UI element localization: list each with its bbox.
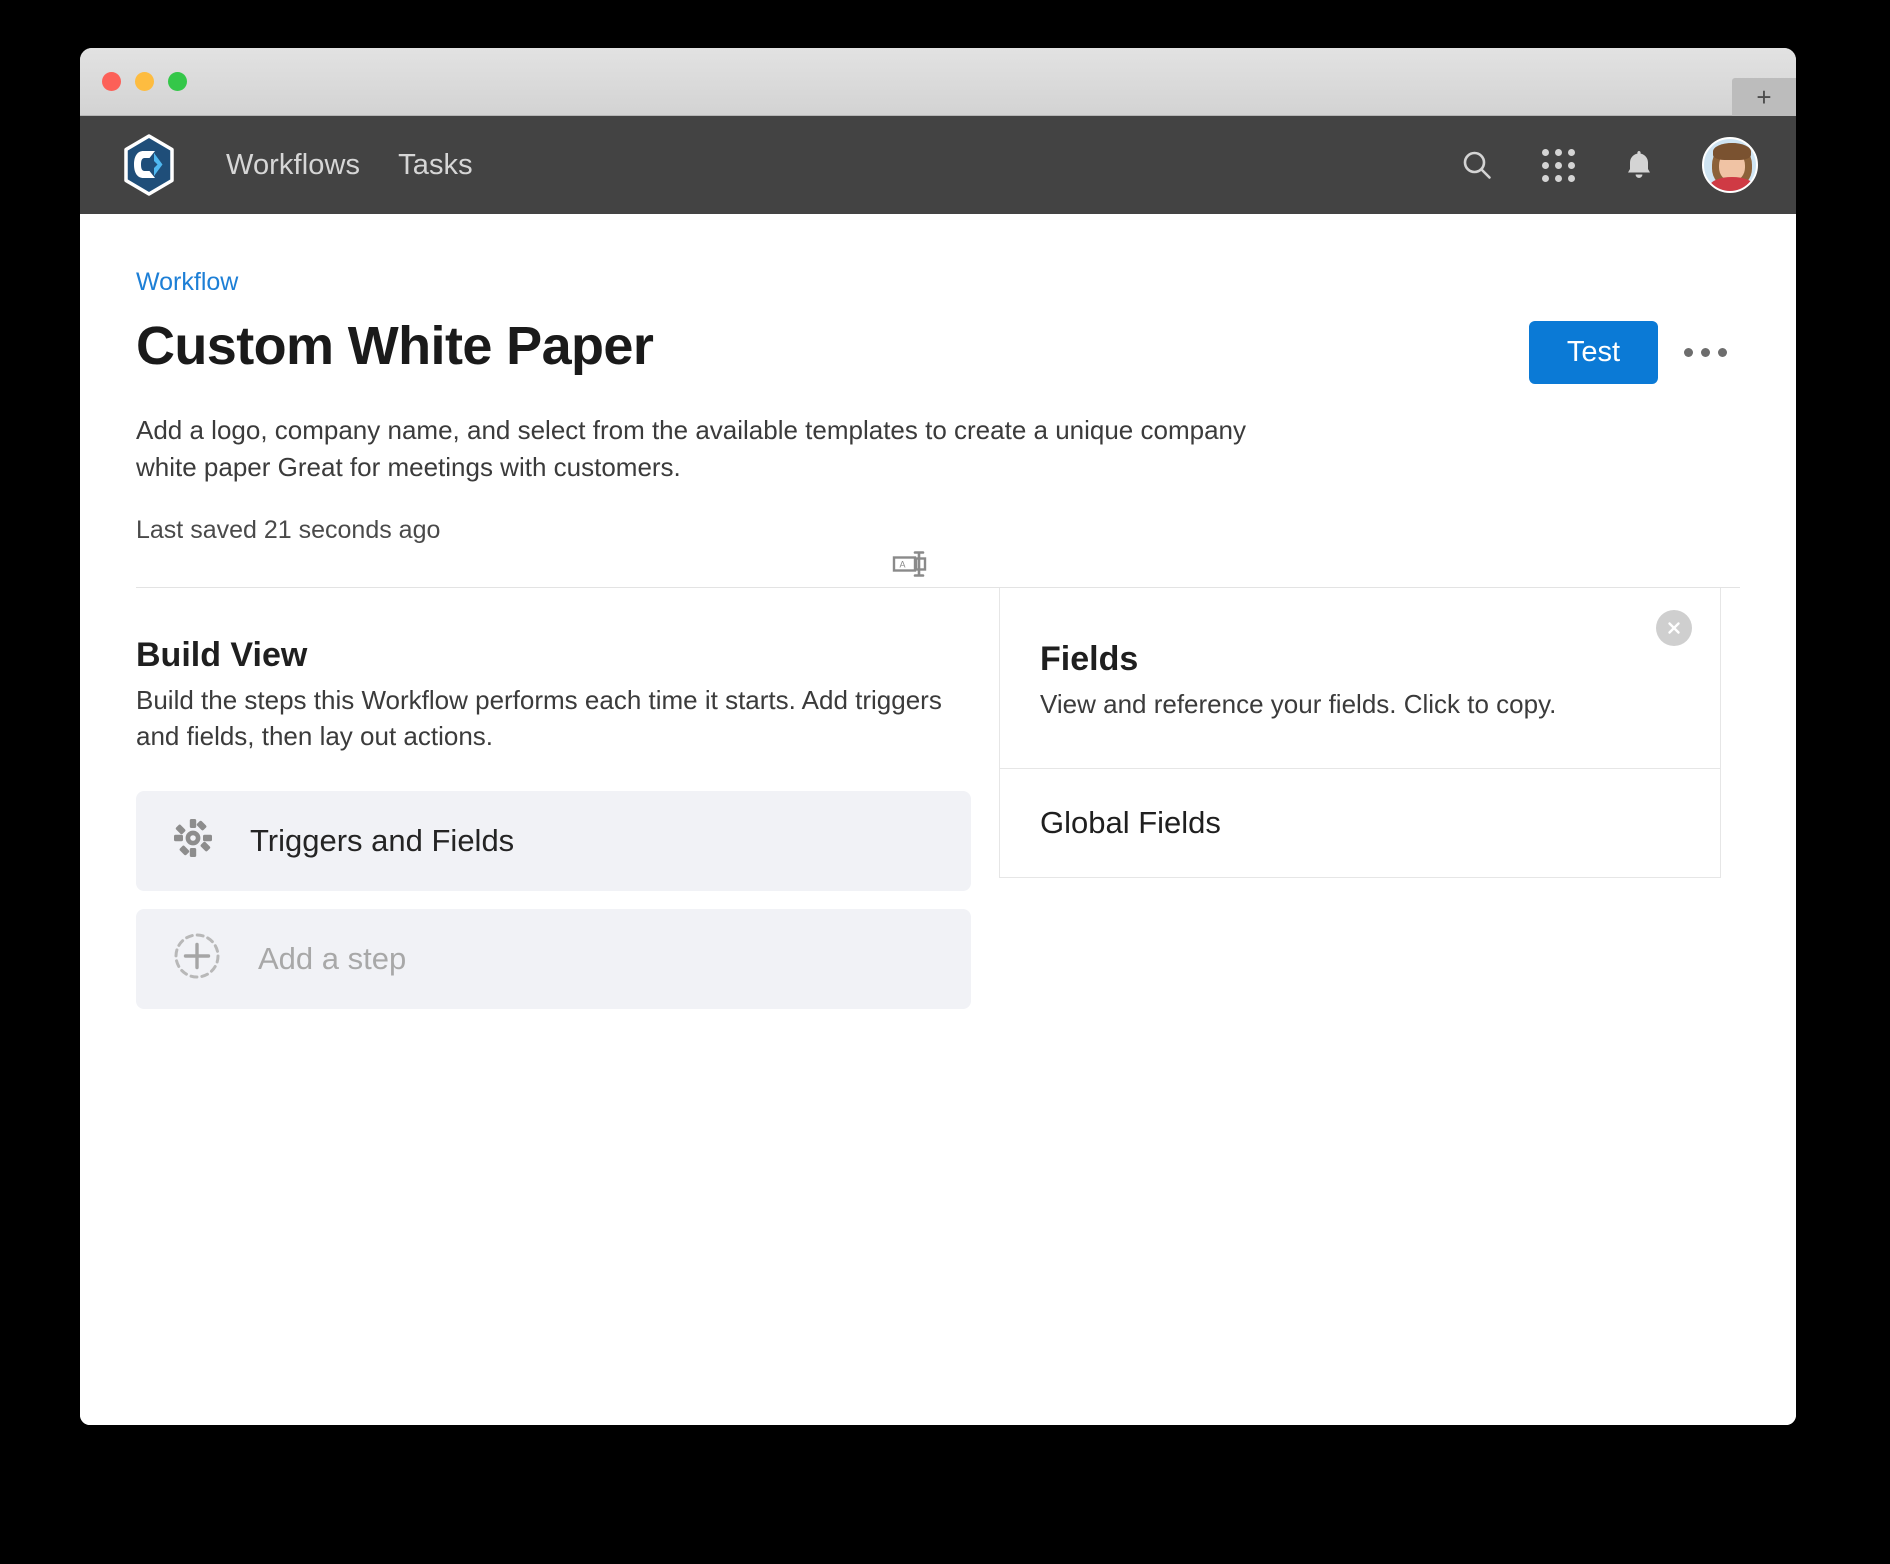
step-label: Add a step [258,940,407,976]
apps-grid-glyph [1541,148,1575,182]
fields-panel-title: Fields [1040,639,1139,678]
browser-window: + Workflows Tasks Workflow Custom White … [80,48,1796,1425]
close-window-button[interactable] [102,72,121,91]
rename-text-field-icon[interactable]: A [890,547,934,581]
nav-link-workflows[interactable]: Workflows [226,149,360,182]
plus-circle-dashed-icon [172,931,222,986]
step-label: Triggers and Fields [250,822,515,858]
app-navbar: Workflows Tasks [80,116,1796,214]
app-logo[interactable] [118,134,180,196]
search-glyph [1463,151,1491,179]
search-icon[interactable] [1459,147,1495,183]
step-card-triggers-and-fields[interactable]: Triggers and Fields [136,790,971,891]
nav-links: Workflows Tasks [226,149,473,182]
breadcrumb[interactable]: Workflow [136,214,238,297]
title-row: Custom White Paper Test [136,316,1740,384]
more-options-button[interactable] [1670,325,1740,381]
avatar-body [1710,177,1754,191]
minimize-window-button[interactable] [135,72,154,91]
avatar[interactable] [1702,137,1758,193]
new-tab-button[interactable]: + [1732,78,1796,116]
nav-link-tasks[interactable]: Tasks [398,149,473,182]
fields-panel-header: Fields View and reference your fields. C… [1000,588,1720,769]
fields-panel: Fields View and reference your fields. C… [999,587,1721,878]
title-actions: Test [1528,317,1740,384]
svg-text:A: A [900,559,906,569]
page-description: Add a logo, company name, and select fro… [136,415,1246,482]
notifications-bell-icon[interactable] [1621,147,1657,183]
build-view-subtitle: Build the steps this Workflow performs e… [136,684,942,751]
ellipsis-dot [1683,348,1693,357]
avatar-hair-front [1713,143,1751,160]
page-content: Workflow Custom White Paper Test Add a l… [80,214,1796,1425]
fields-panel-subtitle: View and reference your fields. Click to… [1040,688,1557,719]
page-title: Custom White Paper [136,316,654,376]
build-view-panel: Build View Build the steps this Workflow… [136,588,971,1009]
close-glyph [1668,622,1680,634]
close-icon[interactable] [1656,609,1692,646]
plus-circle-dashed-glyph [174,933,220,979]
fields-row-global-fields[interactable]: Global Fields [1000,769,1720,877]
traffic-lights [102,72,187,91]
app-logo-icon [124,134,174,196]
zoom-window-button[interactable] [168,72,187,91]
rename-text-field-glyph: A [892,551,927,577]
plus-icon: + [1756,82,1772,112]
bell-glyph [1628,151,1650,178]
panels: Build View Build the steps this Workflow… [136,587,1740,1009]
nav-actions [1459,137,1758,193]
gear-glyph [174,819,212,858]
build-view-title: Build View [136,635,308,674]
step-card-add-a-step[interactable]: Add a step [136,908,971,1009]
ellipsis-dot [1717,348,1727,357]
window-titlebar: + [80,48,1796,116]
last-saved-status: Last saved 21 seconds ago [136,515,441,544]
test-button[interactable]: Test [1528,321,1658,384]
gear-icon [172,817,214,864]
apps-grid-icon[interactable] [1540,147,1576,183]
ellipsis-dot [1700,348,1710,357]
